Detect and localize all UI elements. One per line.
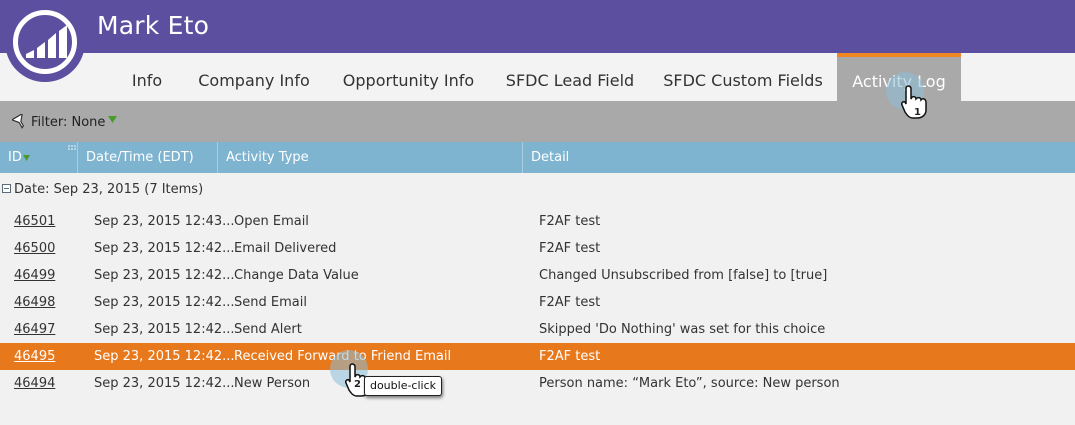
- step-number-1: 1: [914, 107, 921, 118]
- table-row[interactable]: 46499 Sep 23, 2015 12:42... Change Data …: [0, 262, 1075, 289]
- activity-date: Sep 23, 2015 12:42...: [94, 349, 235, 364]
- column-header-row: ID Date/Time (EDT) Activity Type Detail: [0, 142, 1075, 173]
- activity-detail: F2AF test: [539, 295, 601, 310]
- sort-arrow-icon: [23, 155, 30, 161]
- tab-sfdc-custom-fields[interactable]: SFDC Custom Fields: [654, 53, 832, 101]
- activity-date: Sep 23, 2015 12:42...: [94, 376, 235, 391]
- logo-bars-icon: [13, 10, 77, 74]
- activity-detail: F2AF test: [539, 214, 601, 229]
- table-row[interactable]: 46498 Sep 23, 2015 12:42... Send Email F…: [0, 289, 1075, 316]
- activity-type: Open Email: [234, 214, 309, 229]
- activity-date: Sep 23, 2015 12:42...: [94, 295, 235, 310]
- activity-id-link[interactable]: 46500: [14, 241, 55, 256]
- activity-type: New Person: [234, 376, 311, 391]
- column-header-activity-type[interactable]: Activity Type: [218, 142, 523, 173]
- activity-id-link[interactable]: 46495: [14, 349, 55, 364]
- app-header: Mark Eto: [0, 0, 1075, 53]
- filter-dropdown-arrow-icon[interactable]: [108, 116, 117, 124]
- tab-sfdc-lead-field[interactable]: SFDC Lead Field: [496, 53, 644, 101]
- tab-opportunity-info[interactable]: Opportunity Info: [331, 53, 486, 101]
- activity-id-link[interactable]: 46498: [14, 295, 55, 310]
- column-header-detail[interactable]: Detail: [523, 142, 1075, 173]
- column-resize-grip-icon[interactable]: [68, 145, 76, 153]
- date-group-label: Date: Sep 23, 2015 (7 Items): [14, 182, 204, 197]
- column-header-id-label: ID: [8, 150, 22, 165]
- activity-type: Send Alert: [234, 322, 302, 337]
- activity-detail: F2AF test: [539, 349, 601, 364]
- person-name-title: Mark Eto: [97, 11, 210, 40]
- table-row-selected[interactable]: 46495 Sep 23, 2015 12:42... Received For…: [0, 343, 1075, 370]
- activity-date: Sep 23, 2015 12:42...: [94, 322, 235, 337]
- activity-detail: Skipped 'Do Nothing' was set for this ch…: [539, 322, 826, 337]
- activity-type: Send Email: [234, 295, 307, 310]
- activity-detail: Person name: “Mark Eto”, source: New per…: [539, 376, 840, 391]
- filter-funnel-icon: [12, 114, 25, 129]
- activity-date: Sep 23, 2015 12:42...: [94, 268, 235, 283]
- activity-type: Change Data Value: [234, 268, 359, 283]
- table-row[interactable]: 46497 Sep 23, 2015 12:42... Send Alert S…: [0, 316, 1075, 343]
- activity-id-link[interactable]: 46497: [14, 322, 55, 337]
- table-row[interactable]: 46494 Sep 23, 2015 12:42... New Person P…: [0, 370, 1075, 397]
- collapse-minus-icon[interactable]: [2, 184, 11, 193]
- marketo-logo: [5, 2, 85, 82]
- table-row[interactable]: 46501 Sep 23, 2015 12:43... Open Email F…: [0, 208, 1075, 235]
- step-number-2: 2: [354, 379, 361, 390]
- double-click-callout: double-click: [364, 376, 442, 396]
- column-header-date[interactable]: Date/Time (EDT): [78, 142, 218, 173]
- activity-detail: F2AF test: [539, 241, 601, 256]
- activity-id-link[interactable]: 46499: [14, 268, 55, 283]
- activity-detail: Changed Unsubscribed from [false] to [tr…: [539, 268, 828, 283]
- table-row[interactable]: 46500 Sep 23, 2015 12:42... Email Delive…: [0, 235, 1075, 262]
- activity-log-page: Mark Eto Info Company Info Opportunity I…: [0, 0, 1075, 425]
- tab-company-info[interactable]: Company Info: [186, 53, 322, 101]
- activity-id-link[interactable]: 46494: [14, 376, 55, 391]
- activity-date: Sep 23, 2015 12:43...: [94, 214, 235, 229]
- filter-label[interactable]: Filter: None: [31, 115, 105, 130]
- activity-type: Email Delivered: [234, 241, 337, 256]
- activity-id-link[interactable]: 46501: [14, 214, 55, 229]
- tab-info[interactable]: Info: [114, 53, 180, 101]
- column-header-id[interactable]: ID: [0, 142, 78, 173]
- activity-date: Sep 23, 2015 12:42...: [94, 241, 235, 256]
